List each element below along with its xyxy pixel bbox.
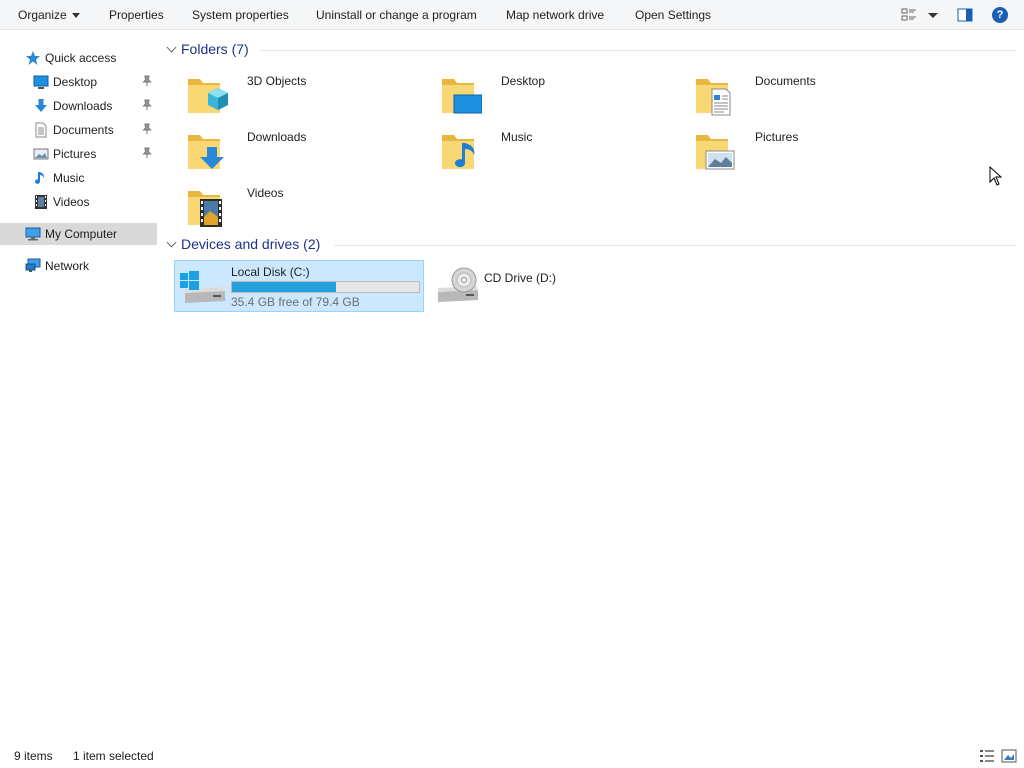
documents-folder-icon [696,79,731,116]
desktop-folder-icon [442,79,482,114]
content-pane: Folders (7) 3D Objects Desktop Documents… [160,31,1024,736]
organize-button[interactable]: Organize [18,0,80,30]
drive-usage-bar [231,281,420,293]
pin-icon[interactable] [142,75,152,87]
organize-label: Organize [18,8,67,22]
devices-group-label: Devices and drives (2) [181,236,321,252]
drive-name: Local Disk (C:) [231,265,310,279]
folder-downloads[interactable]: Downloads [176,125,426,177]
drive-name: CD Drive (D:) [484,271,556,285]
properties-button[interactable]: Properties [109,0,164,30]
folder-name: Downloads [247,130,307,144]
downloads-icon [35,99,47,112]
nav-item-music[interactable]: Music [0,167,157,189]
nav-item-label: Downloads [53,99,113,113]
nav-item-desktop[interactable]: Desktop [0,71,157,93]
pictures-icon [33,148,49,160]
folder-name: Documents [755,74,816,88]
drive-usage-fill [232,282,336,292]
nav-item-label: Videos [53,195,90,209]
downloads-folder-icon [188,135,224,169]
mouse-cursor-icon [989,166,1003,186]
map-network-drive-button[interactable]: Map network drive [506,0,604,30]
desktop-icon [33,75,49,89]
devices-group-divider [334,245,1016,246]
help-icon[interactable]: ? [992,7,1008,23]
folder-videos[interactable]: Videos [176,181,426,233]
nav-item-pictures[interactable]: Pictures [0,143,157,165]
chevron-down-icon [166,42,177,53]
pin-icon[interactable] [142,147,152,159]
nav-my-computer-label: My Computer [45,227,118,241]
drive-free-space: 35.4 GB free of 79.4 GB [231,295,360,309]
folders-group-label: Folders (7) [181,41,249,57]
selection-count: 1 item selected [73,749,154,763]
details-view-icon[interactable] [979,749,995,763]
nav-network-label: Network [45,259,90,273]
pin-icon[interactable] [142,99,152,111]
nav-item-label: Documents [53,123,114,137]
nav-item-label: Desktop [53,75,98,89]
nav-item-documents[interactable]: Documents [0,119,157,141]
computer-icon [25,227,41,241]
music-icon [35,172,45,184]
folders-group-divider [260,50,1016,51]
folder-name: Desktop [501,74,546,88]
chevron-down-icon [71,13,80,19]
folder-name: 3D Objects [247,74,307,88]
folder-documents[interactable]: Documents [684,69,934,121]
view-dropdown-chevron-icon[interactable] [925,7,941,23]
windows-drive-icon [180,271,225,303]
documents-icon [35,122,47,138]
cd-drive-icon [438,267,478,302]
drive-local-disk-c[interactable]: Local Disk (C:) 35.4 GB free of 79.4 GB [174,260,424,312]
folders-group-header[interactable]: Folders (7) [166,39,249,59]
nav-network[interactable]: Network [0,255,157,277]
nav-quick-access-label: Quick access [45,51,117,65]
network-icon [25,258,41,272]
nav-item-downloads[interactable]: Downloads [0,95,157,117]
folder-pictures[interactable]: Pictures [684,125,934,177]
pin-icon[interactable] [142,123,152,135]
music-folder-icon [442,135,475,169]
drive-cd-d[interactable]: CD Drive (D:) [428,260,678,312]
pictures-folder-icon [696,135,735,170]
folder-name: Music [501,130,533,144]
quick-access-star-icon [26,51,40,65]
devices-group-header[interactable]: Devices and drives (2) [166,234,320,254]
chevron-down-icon [166,237,177,248]
nav-item-videos[interactable]: Videos [0,191,157,213]
nav-my-computer[interactable]: My Computer [0,223,157,245]
system-properties-button[interactable]: System properties [192,0,289,30]
videos-folder-icon [188,191,222,227]
folder-name: Videos [247,186,284,200]
navigation-pane: Quick access Desktop Downloads Documents… [0,31,157,736]
command-bar: Organize Properties System properties Un… [0,0,1024,30]
videos-icon [35,195,47,209]
view-options-icon[interactable] [901,7,917,23]
folder-3d-objects[interactable]: 3D Objects [176,69,426,121]
uninstall-program-button[interactable]: Uninstall or change a program [316,0,477,30]
folder-music[interactable]: Music [430,125,680,177]
nav-quick-access[interactable]: Quick access [0,47,157,69]
preview-pane-icon[interactable] [957,7,973,23]
large-icons-view-icon[interactable] [1001,749,1017,763]
folder-name: Pictures [755,130,799,144]
folder-desktop[interactable]: Desktop [430,69,680,121]
item-count: 9 items [14,749,53,763]
3d-objects-folder-icon [188,79,228,113]
nav-item-label: Pictures [53,147,97,161]
status-bar: 9 items 1 item selected [0,744,1024,768]
nav-item-label: Music [53,171,85,185]
open-settings-button[interactable]: Open Settings [635,0,711,30]
